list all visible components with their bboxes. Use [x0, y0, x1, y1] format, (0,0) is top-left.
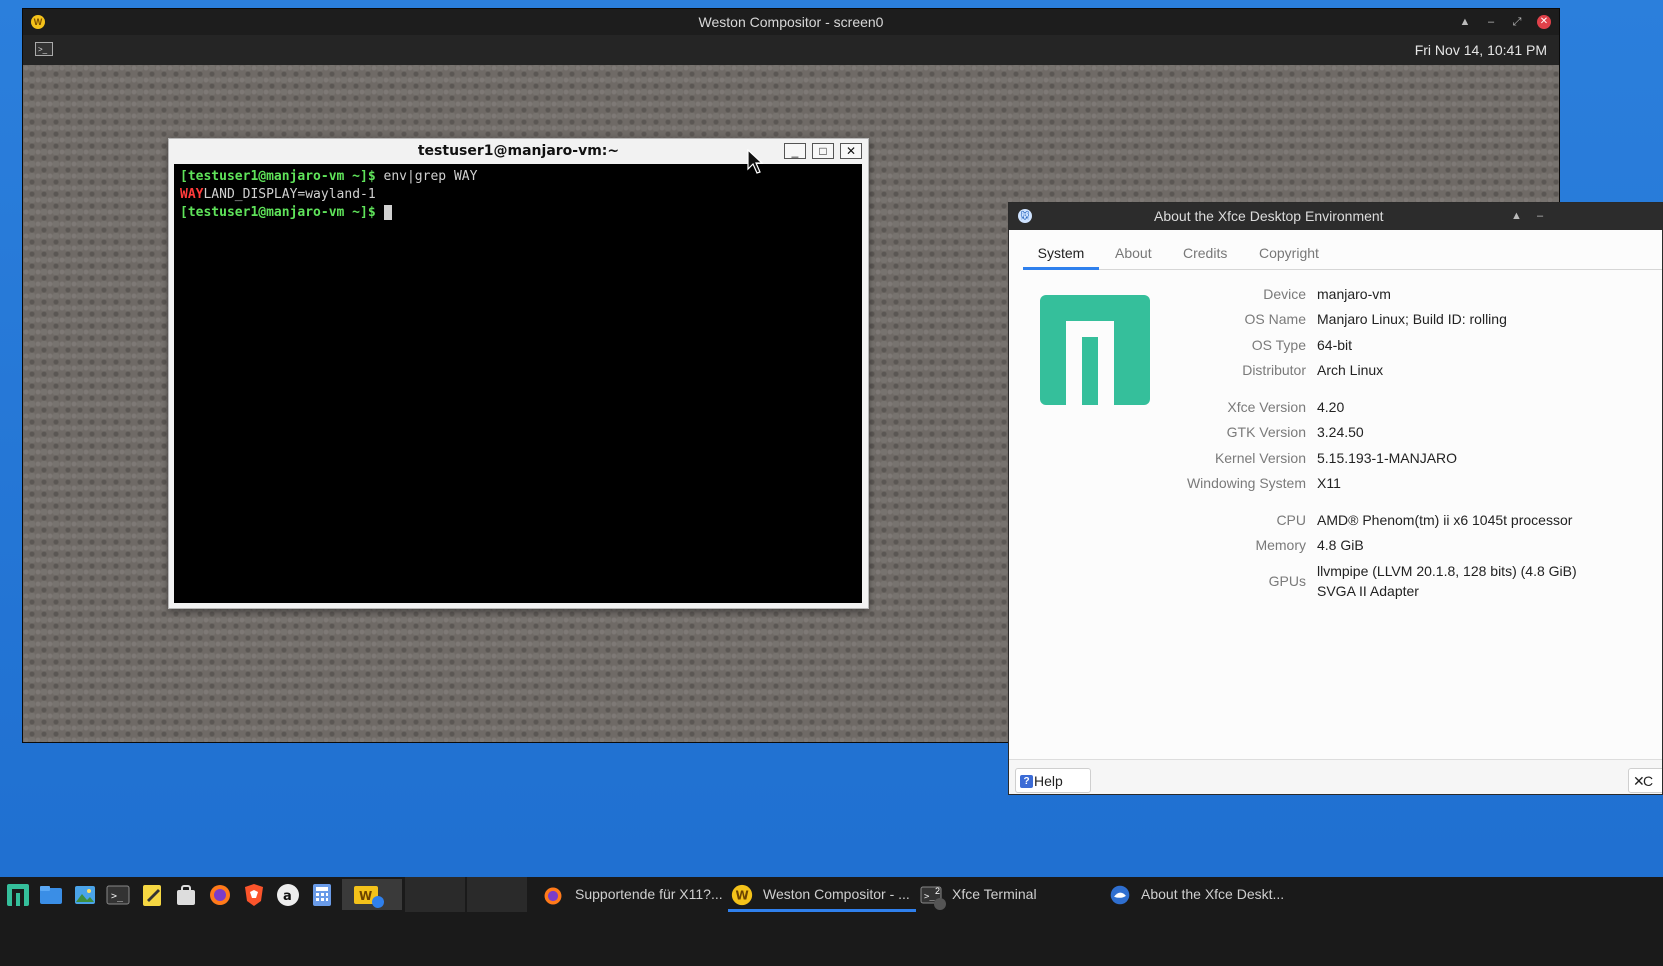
shade-icon[interactable]: ▲ [1511, 203, 1522, 230]
minimize-button[interactable]: _ [784, 143, 806, 159]
amazon-icon[interactable]: a [275, 882, 301, 908]
about-titlebar[interactable]: 🐭 About the Xfce Desktop Environment ▲ – [1009, 203, 1662, 230]
taskbar-window-label: About the Xfce Deskt... [1141, 886, 1285, 902]
maximize-icon[interactable]: ⤢ [1511, 9, 1523, 35]
svg-text:W: W [359, 889, 372, 903]
svg-text:>_: >_ [924, 892, 935, 902]
terminal-line: [testuser1@manjaro-vm ~]$ [180, 204, 856, 222]
workspace-2[interactable] [467, 877, 527, 912]
taskbar-window-firefox[interactable]: Supportende für X11?... [540, 877, 725, 912]
taskbar-window-terminal[interactable]: >_ 2 Xfce Terminal [918, 877, 1098, 912]
terminal-screen[interactable]: [testuser1@manjaro-vm ~]$ env|grep WAY W… [174, 164, 862, 603]
tab-copyright[interactable]: Copyright [1259, 239, 1319, 267]
taskbar: >_ a W Supportende für X11?... W Weston … [0, 877, 1663, 966]
window-count-badge: 2 [935, 886, 941, 896]
close-icon: ✕ [1633, 773, 1645, 789]
taskbar-window-weston[interactable]: W Weston Compositor - ... [728, 877, 916, 912]
tab-about[interactable]: About [1115, 239, 1152, 267]
weston-panel: >_ Fri Nov 14, 10:41 PM [23, 35, 1559, 65]
terminal-prompt: [testuser1@manjaro-vm ~]$ [180, 205, 376, 220]
about-footer: ? Help ✕ C [1009, 759, 1662, 794]
terminal-line: WAYLAND_DISPLAY=wayland-1 [180, 186, 856, 204]
brave-icon[interactable] [241, 882, 267, 908]
tab-system[interactable]: System [1023, 239, 1099, 270]
terminal-icon[interactable]: >_ [105, 882, 131, 908]
terminal-icon: >_ [920, 886, 946, 910]
about-xfce-dialog: 🐭 About the Xfce Desktop Environment ▲ –… [1008, 202, 1663, 795]
xfce-icon: 🐭 [1018, 209, 1032, 223]
close-icon[interactable]: ✕ [1537, 15, 1551, 29]
svg-text:>_: >_ [111, 891, 124, 902]
taskbar-window-label: Weston Compositor - ... [763, 886, 910, 902]
workspace-1[interactable] [405, 877, 465, 912]
grep-match: WAY [180, 187, 204, 202]
manjaro-menu-icon[interactable] [5, 882, 31, 908]
weston-icon: W [731, 884, 753, 906]
text-editor-icon[interactable] [139, 882, 165, 908]
mouse-pointer-icon [747, 149, 763, 174]
weston-icon: W [31, 15, 45, 29]
help-button[interactable]: ? Help [1015, 768, 1091, 793]
files-icon[interactable] [38, 882, 64, 908]
terminal-window: testuser1@manjaro-vm:~ _ □ ✕ [testuser1@… [168, 138, 869, 609]
terminal-output: LAND_DISPLAY=wayland-1 [203, 187, 376, 202]
svg-text:a: a [283, 889, 292, 904]
terminal-prompt: [testuser1@manjaro-vm ~]$ [180, 169, 376, 184]
maximize-button[interactable]: □ [812, 143, 834, 159]
taskbar-window-label: Supportende für X11?... [575, 886, 723, 902]
terminal-command: env|grep WAY [375, 169, 478, 184]
terminal-cursor [383, 205, 392, 220]
app-store-icon[interactable] [173, 882, 199, 908]
taskbar-window-label: Xfce Terminal [952, 886, 1037, 902]
close-button[interactable]: ✕ [840, 143, 862, 159]
panel-terminal-icon[interactable]: >_ [35, 42, 53, 56]
terminal-title[interactable]: testuser1@manjaro-vm:~ [169, 139, 868, 163]
weston-icon: W [354, 886, 384, 908]
weston-launcher[interactable]: W [342, 879, 402, 910]
shade-icon[interactable]: ▲ [1459, 9, 1471, 35]
svg-text:W: W [736, 889, 749, 903]
help-label: Help [1034, 773, 1063, 789]
taskbar-window-about[interactable]: About the Xfce Deskt... [1107, 877, 1307, 912]
firefox-icon[interactable] [207, 882, 233, 908]
panel-clock: Fri Nov 14, 10:41 PM [1414, 42, 1547, 58]
image-viewer-icon[interactable] [72, 882, 98, 908]
xfce-icon [1110, 885, 1130, 905]
tab-credits[interactable]: Credits [1183, 239, 1227, 267]
minimize-icon[interactable]: – [1537, 203, 1543, 230]
minimize-icon[interactable]: – [1485, 9, 1497, 35]
firefox-icon [544, 887, 562, 905]
calculator-icon[interactable] [309, 882, 335, 908]
weston-titlebar[interactable]: W Weston Compositor - screen0 ▲ – ⤢ ✕ [23, 9, 1559, 35]
weston-title: Weston Compositor - screen0 [698, 14, 884, 30]
about-title: About the Xfce Desktop Environment [1154, 208, 1384, 224]
about-tabs: System About Credits Copyright [1023, 239, 1662, 270]
manjaro-logo [1040, 295, 1150, 405]
close-button[interactable]: ✕ C [1628, 768, 1662, 793]
help-icon: ? [1020, 775, 1033, 788]
